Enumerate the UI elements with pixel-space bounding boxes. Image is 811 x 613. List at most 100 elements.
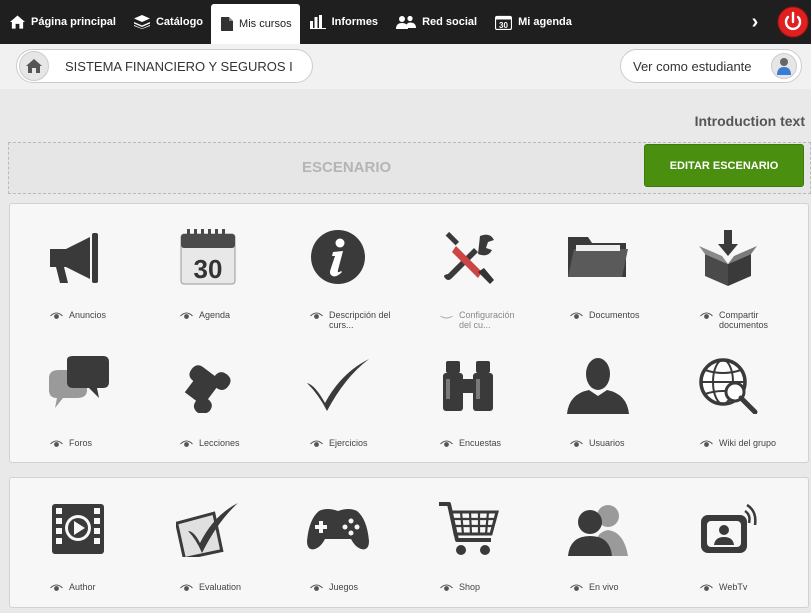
tool-en-vivo[interactable]: En vivo xyxy=(534,480,658,600)
eye-icon[interactable] xyxy=(310,439,323,448)
edit-scenario-button[interactable]: EDITAR ESCENARIO xyxy=(644,144,804,187)
course-home-button[interactable] xyxy=(19,51,49,81)
nav-social[interactable]: Red social xyxy=(386,0,485,44)
tool-evaluation[interactable]: Evaluation xyxy=(144,480,268,600)
intro-area: Introduction text ESCENARIO EDITAR ESCEN… xyxy=(0,89,811,202)
layers-icon xyxy=(133,15,150,29)
student-icon xyxy=(777,58,791,75)
nav-social-label: Red social xyxy=(422,16,478,28)
tool-label: Juegos xyxy=(329,582,359,592)
tool-label: En vivo xyxy=(589,582,619,592)
agenda-calendar-day: 30 xyxy=(194,254,223,284)
eye-hidden-icon[interactable] xyxy=(440,311,453,320)
eye-icon[interactable] xyxy=(570,311,583,320)
globe-search-icon xyxy=(694,354,762,416)
home-icon xyxy=(26,59,42,73)
tool-lecciones[interactable]: Lecciones xyxy=(144,336,268,456)
tool-author[interactable]: Author xyxy=(14,480,138,600)
scenario-label: ESCENARIO xyxy=(302,159,392,176)
tool-webtv[interactable]: WebTv xyxy=(664,480,788,600)
binoculars-icon xyxy=(434,354,502,416)
tools-panel-main: Anuncios 30 Agenda Descripción del curs.… xyxy=(9,203,809,463)
tool-label: Shop xyxy=(459,582,481,592)
course-bar: SISTEMA FINANCIERO Y SEGUROS I Ver como … xyxy=(0,44,811,89)
eye-icon[interactable] xyxy=(180,583,193,592)
calendar-icon: 30 xyxy=(495,15,513,30)
nav-reports[interactable]: Informes xyxy=(300,0,386,44)
tool-encuestas[interactable]: Encuestas xyxy=(404,336,528,456)
tool-compartir[interactable]: Compartir documentos xyxy=(664,208,788,330)
tool-label: Foros xyxy=(69,438,93,448)
tool-label: Encuestas xyxy=(459,438,502,448)
tool-label: Author xyxy=(69,582,96,592)
tool-label: Descripción del curs... xyxy=(329,310,391,330)
tool-juegos[interactable]: Juegos xyxy=(274,480,398,600)
tool-label: Documentos xyxy=(589,310,640,320)
eye-icon[interactable] xyxy=(700,583,713,592)
nav-my-courses[interactable]: Mis cursos xyxy=(211,4,300,44)
checkmark-icon xyxy=(304,354,372,416)
eye-icon[interactable] xyxy=(310,583,323,592)
tool-label: Agenda xyxy=(199,310,231,320)
eye-icon[interactable] xyxy=(50,439,63,448)
eye-icon[interactable] xyxy=(310,311,323,320)
tool-label: WebTv xyxy=(719,582,748,592)
nav-catalog[interactable]: Catálogo xyxy=(124,0,211,44)
people-icon xyxy=(396,15,417,29)
info-icon xyxy=(304,226,372,288)
puzzle-icon xyxy=(174,354,242,416)
tools-icon xyxy=(434,226,502,288)
nav-home[interactable]: Página principal xyxy=(0,0,124,44)
video-film-icon xyxy=(44,498,112,560)
tool-agenda[interactable]: 30 Agenda xyxy=(144,208,268,328)
tool-shop[interactable]: Shop xyxy=(404,480,528,600)
tool-descripcion[interactable]: Descripción del curs... xyxy=(274,208,398,330)
nav-more-arrow[interactable]: › xyxy=(742,0,768,44)
home-icon xyxy=(10,15,25,29)
tool-label: Ejercicios xyxy=(329,438,368,448)
eye-icon[interactable] xyxy=(180,439,193,448)
student-view-button[interactable]: Ver como estudiante xyxy=(620,49,802,83)
tools-panel-extra: Author Evaluation Juegos Shop En vivo We… xyxy=(9,477,809,608)
student-view-label: Ver como estudiante xyxy=(633,58,752,74)
checkbox-icon xyxy=(174,498,242,560)
course-home-link[interactable]: SISTEMA FINANCIERO Y SEGUROS I xyxy=(16,49,313,83)
eye-icon[interactable] xyxy=(570,439,583,448)
calendar-icon: 30 xyxy=(174,226,242,288)
tool-label: Lecciones xyxy=(199,438,240,448)
nav-reports-label: Informes xyxy=(331,16,379,28)
tool-label: Configuración del cu... xyxy=(459,310,515,330)
eye-icon[interactable] xyxy=(440,439,453,448)
tool-usuarios[interactable]: Usuarios xyxy=(534,336,658,456)
nav-agenda[interactable]: 30 Mi agenda xyxy=(485,0,580,44)
eye-icon[interactable] xyxy=(570,583,583,592)
tool-ejercicios[interactable]: Ejercicios xyxy=(274,336,398,456)
tool-wiki[interactable]: Wiki del grupo xyxy=(664,336,788,456)
tool-configuracion[interactable]: Configuración del cu... xyxy=(404,208,528,330)
eye-icon[interactable] xyxy=(700,311,713,320)
nav-catalog-label: Catálogo xyxy=(155,16,204,28)
tool-documentos[interactable]: Documentos xyxy=(534,208,658,328)
power-icon xyxy=(777,6,808,38)
introduction-text[interactable]: Introduction text xyxy=(695,113,805,129)
tool-anuncios[interactable]: Anuncios xyxy=(14,208,138,328)
tool-label: Compartir documentos xyxy=(719,310,769,330)
webtv-icon xyxy=(694,498,762,560)
cart-icon xyxy=(434,498,502,560)
top-navbar: Página principal Catálogo Mis cursos Inf… xyxy=(0,0,811,44)
document-icon xyxy=(221,17,234,31)
eye-icon[interactable] xyxy=(440,583,453,592)
eye-icon[interactable] xyxy=(50,311,63,320)
group-users-icon xyxy=(564,498,632,560)
gamepad-icon xyxy=(304,498,372,560)
tool-label: Anuncios xyxy=(69,310,107,320)
megaphone-icon xyxy=(44,226,112,288)
logout-button[interactable] xyxy=(774,4,811,40)
eye-icon[interactable] xyxy=(50,583,63,592)
nav-agenda-label: Mi agenda xyxy=(518,16,572,28)
eye-icon[interactable] xyxy=(700,439,713,448)
eye-icon[interactable] xyxy=(180,311,193,320)
tool-foros[interactable]: Foros xyxy=(14,336,138,456)
tool-label: Usuarios xyxy=(589,438,625,448)
course-title: SISTEMA FINANCIERO Y SEGUROS I xyxy=(65,58,293,74)
